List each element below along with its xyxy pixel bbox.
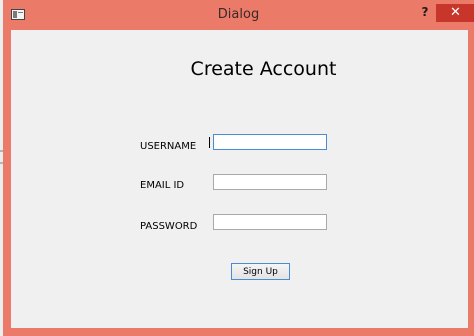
email-label: EMAIL ID [140,180,185,191]
username-label: USERNAME [140,141,197,152]
close-button[interactable]: ✕ [436,4,474,22]
dialog-window: Dialog ? ✕ Create Account USERNAME EMAIL… [3,0,474,336]
sign-up-button[interactable]: Sign Up [231,263,290,280]
help-button[interactable]: ? [413,3,437,21]
username-field[interactable] [213,134,327,150]
page-title: Create Account [190,58,337,80]
dialog-client-area: Create Account USERNAME EMAIL ID PASSWOR… [11,30,468,328]
email-field[interactable] [213,174,327,190]
password-field[interactable] [213,214,327,230]
text-caret [209,137,210,148]
title-bar[interactable]: Dialog ? ✕ [3,0,474,30]
password-label: PASSWORD [140,221,198,232]
window-title: Dialog [217,7,260,22]
